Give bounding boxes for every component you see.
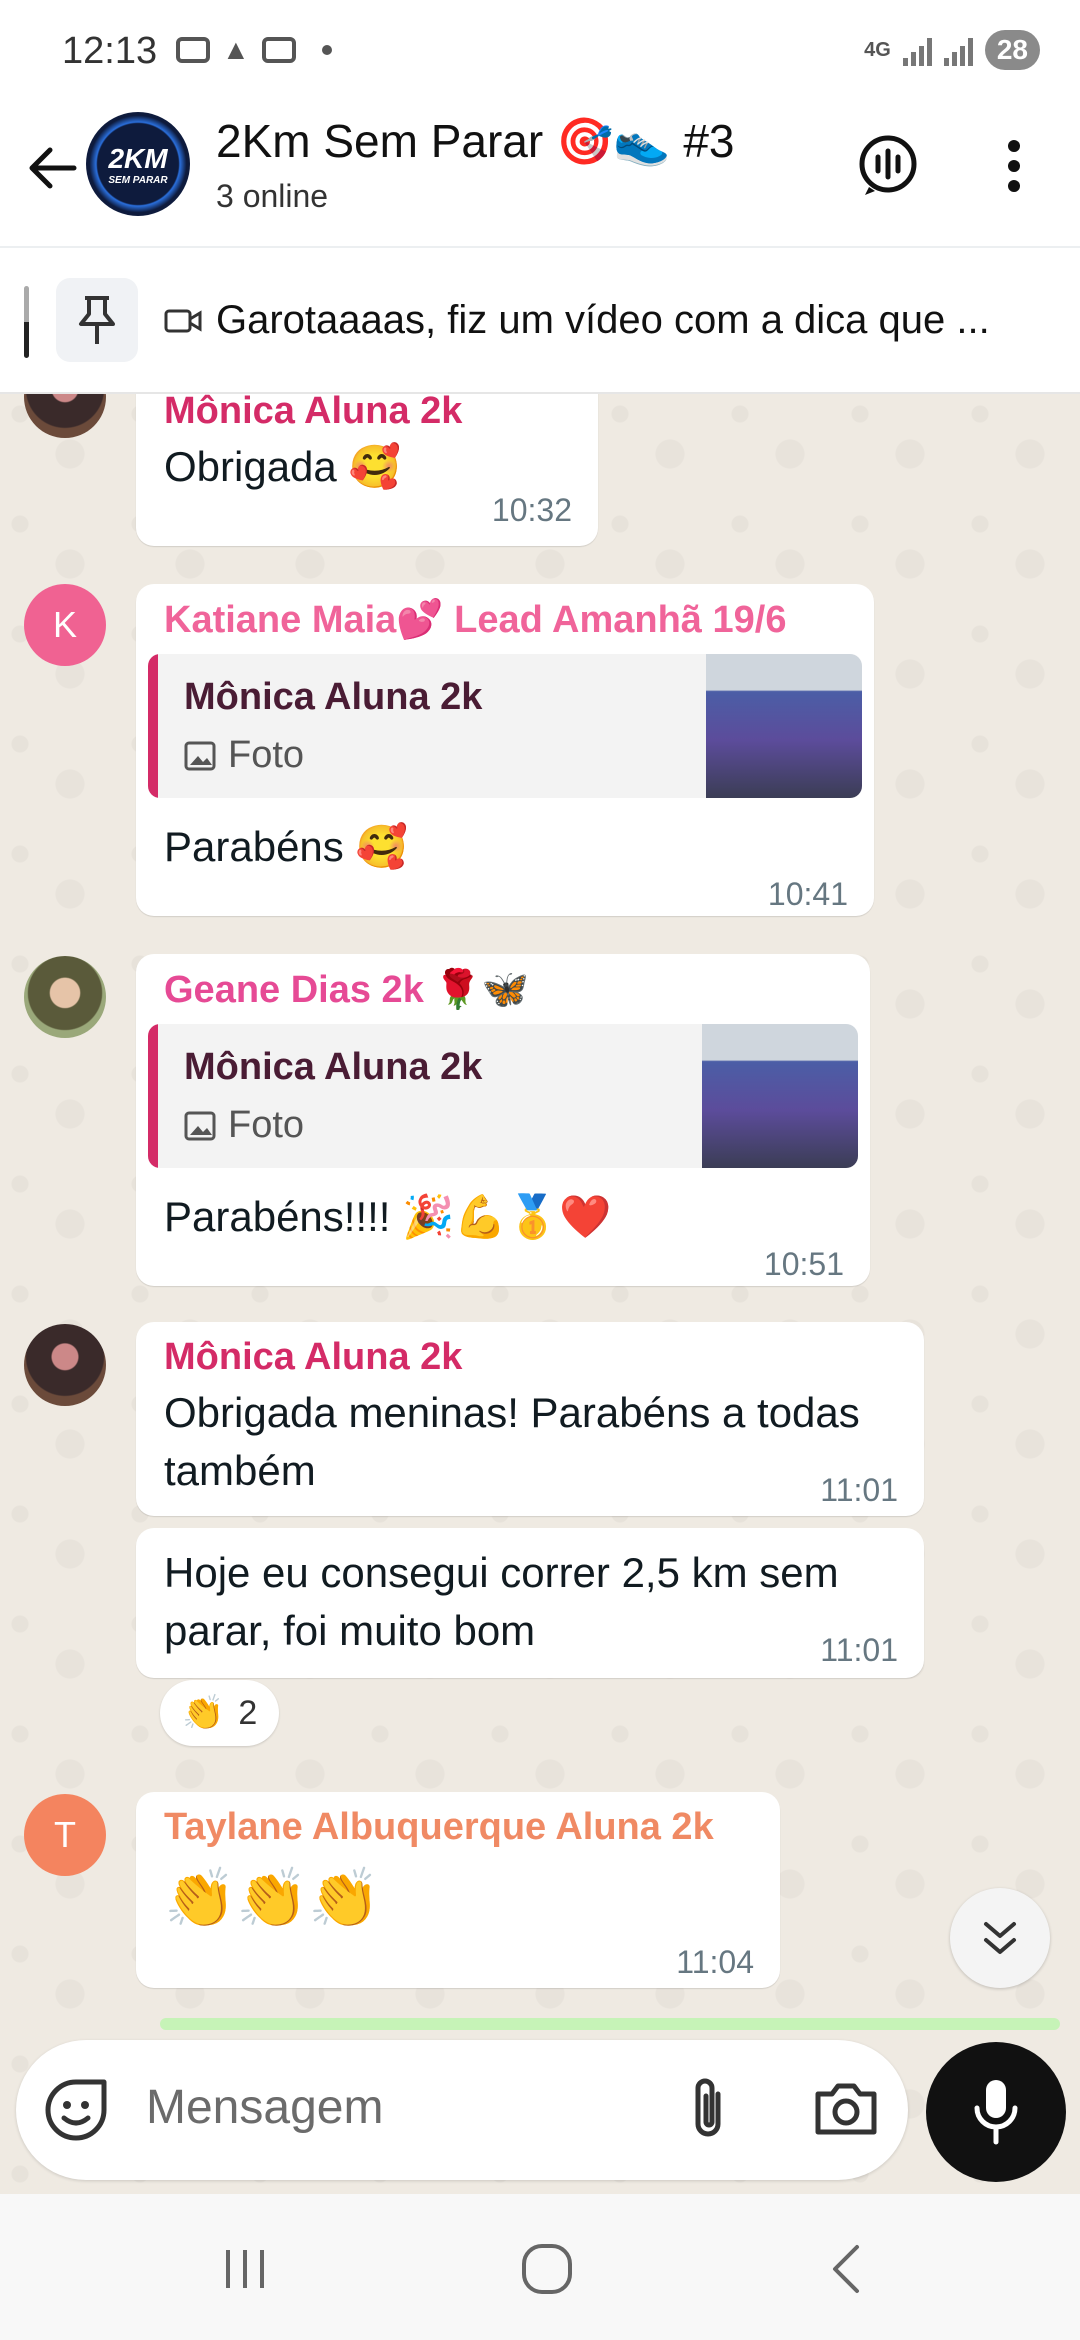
back-arrow-icon[interactable] [22, 138, 82, 198]
message-composer[interactable]: Mensagem [16, 2040, 908, 2180]
video-icon [164, 309, 202, 332]
quoted-message[interactable]: Mônica Aluna 2k Foto [148, 654, 862, 798]
message-time: 11:01 [820, 1472, 898, 1508]
message-text: Obrigada meninas! Parabéns a todas també… [164, 1389, 860, 1494]
quote-accent-bar [148, 654, 158, 798]
message-text: 👏👏👏 [164, 1866, 381, 1931]
avatar[interactable] [24, 394, 106, 438]
system-icons: 4G 28 [864, 30, 1040, 70]
app-notification-icon: ▲ [222, 34, 250, 65]
pin-icon [79, 296, 115, 344]
message-time: 10:41 [767, 876, 848, 912]
scroll-to-bottom-button[interactable] [950, 1888, 1050, 1988]
more-options-button[interactable] [978, 130, 1050, 202]
quoted-sender: Mônica Aluna 2k [184, 1046, 483, 1088]
message-notification-icon-2 [261, 37, 296, 63]
back-chevron-icon [833, 2245, 859, 2293]
sender-name[interactable]: Geane Dias 2k 🌹🦋 [164, 968, 529, 1012]
message-time: 10:32 [491, 492, 572, 528]
message-bubble[interactable]: Katiane Maia💕 Lead Amanhã 19/6 Mônica Al… [136, 584, 874, 916]
reaction-badge[interactable]: 👏 2 [160, 1680, 280, 1746]
message-bubble[interactable]: Mônica Aluna 2k Obrigada 🥰 10:32 [136, 394, 598, 546]
online-count[interactable]: 3 online [216, 178, 328, 215]
quoted-sender: Mônica Aluna 2k [184, 676, 483, 718]
pinned-indicator [24, 286, 29, 358]
image-icon [184, 1111, 216, 1140]
message-notification-icon [176, 37, 210, 63]
recent-apps-button[interactable] [210, 2234, 280, 2304]
message-text: Obrigada 🥰 [164, 443, 401, 490]
message-bubble[interactable]: Geane Dias 2k 🌹🦋 Mônica Aluna 2k Foto Pa… [136, 954, 870, 1286]
voice-record-button[interactable] [926, 2042, 1066, 2182]
sender-name[interactable]: Taylane Albuquerque Aluna 2k [164, 1806, 714, 1849]
camera-button[interactable] [812, 2078, 880, 2143]
quote-accent-bar [148, 1024, 158, 1168]
home-icon [522, 2244, 572, 2294]
message-time: 11:01 [820, 1632, 898, 1668]
quoted-photo-thumbnail [706, 654, 862, 798]
avatar[interactable] [24, 1324, 106, 1406]
sticker-icon [45, 2079, 107, 2141]
clap-reaction-icon: 👏 [182, 1694, 225, 1732]
reaction-count: 2 [238, 1693, 258, 1732]
signal-icon [902, 34, 932, 66]
quoted-type-row: Foto [184, 734, 304, 777]
avatar[interactable] [24, 956, 106, 1038]
pinned-message-text: Garotaaaas, fiz um vídeo com a dica que … [216, 298, 990, 342]
voice-chat-button[interactable] [852, 130, 924, 202]
message-text: Parabéns!!!! 🎉💪🥇❤️ [164, 1193, 612, 1240]
clock: 12:13 [62, 30, 158, 72]
recents-icon [226, 2250, 264, 2288]
message-time: 10:51 [763, 1246, 844, 1282]
avatar[interactable]: K [24, 584, 106, 666]
double-chevron-down-icon [984, 1922, 1016, 1954]
avatar[interactable]: T [24, 1794, 106, 1876]
network-type: 4G [864, 39, 891, 61]
microphone-icon [974, 2080, 1018, 2145]
quoted-type-row: Foto [184, 1104, 304, 1147]
message-bubble[interactable]: Taylane Albuquerque Aluna 2k 👏👏👏 11:04 [136, 1792, 780, 1988]
battery-level: 28 [984, 30, 1040, 70]
message-bubble[interactable]: Mônica Aluna 2k Obrigada meninas! Parabé… [136, 1322, 924, 1516]
group-avatar-logo-subtext: SEM PARAR [108, 174, 168, 186]
signal-icon-2 [943, 34, 973, 66]
chat-area[interactable]: Mônica Aluna 2k Obrigada 🥰 10:32 K Katia… [0, 394, 1080, 2194]
chat-header: 2KM SEM PARAR 2Km Sem Parar 🎯👟 #3 3 onli… [0, 100, 1080, 248]
more-notifications-dot-icon [321, 45, 332, 55]
home-button[interactable] [512, 2234, 582, 2304]
message-text: Parabéns 🥰 [164, 823, 408, 870]
message-input[interactable]: Mensagem [146, 2080, 383, 2135]
more-vert-icon [1008, 140, 1020, 192]
group-avatar[interactable]: 2KM SEM PARAR [86, 112, 190, 216]
attach-button[interactable] [684, 2074, 734, 2149]
quoted-type: Foto [228, 734, 305, 776]
sticker-button[interactable] [44, 2078, 108, 2147]
message-bubble[interactable]: Hoje eu consegui correr 2,5 km sem parar… [136, 1528, 924, 1678]
pinned-message-text-row[interactable]: Garotaaaas, fiz um vídeo com a dica que … [164, 298, 1044, 343]
camera-icon [815, 2083, 877, 2135]
quoted-photo-thumbnail [702, 1024, 858, 1168]
sender-name[interactable]: Mônica Aluna 2k [164, 394, 462, 433]
voice-chat-icon [859, 135, 917, 195]
sender-name[interactable]: Katiane Maia💕 Lead Amanhã 19/6 [164, 598, 786, 642]
back-button[interactable] [812, 2234, 882, 2304]
recording-progress-line [160, 2018, 1060, 2030]
image-icon [184, 741, 216, 770]
system-navigation-bar [0, 2194, 1080, 2340]
message-text: Hoje eu consegui correr 2,5 km sem parar… [164, 1549, 839, 1654]
quoted-message[interactable]: Mônica Aluna 2k Foto [148, 1024, 858, 1168]
paperclip-icon [695, 2078, 721, 2137]
pin-button[interactable] [56, 278, 138, 362]
pinned-message-bar[interactable]: Garotaaaas, fiz um vídeo com a dica que … [0, 250, 1080, 394]
quoted-type: Foto [228, 1104, 305, 1146]
group-avatar-logo-text: 2KM [108, 142, 168, 174]
group-title[interactable]: 2Km Sem Parar 🎯👟 #3 [216, 114, 735, 169]
status-bar: 12:13 ▲ 4G 28 [0, 0, 1080, 100]
notification-icons: ▲ [176, 34, 332, 66]
sender-name[interactable]: Mônica Aluna 2k [164, 1336, 462, 1379]
message-time: 11:04 [676, 1944, 754, 1980]
